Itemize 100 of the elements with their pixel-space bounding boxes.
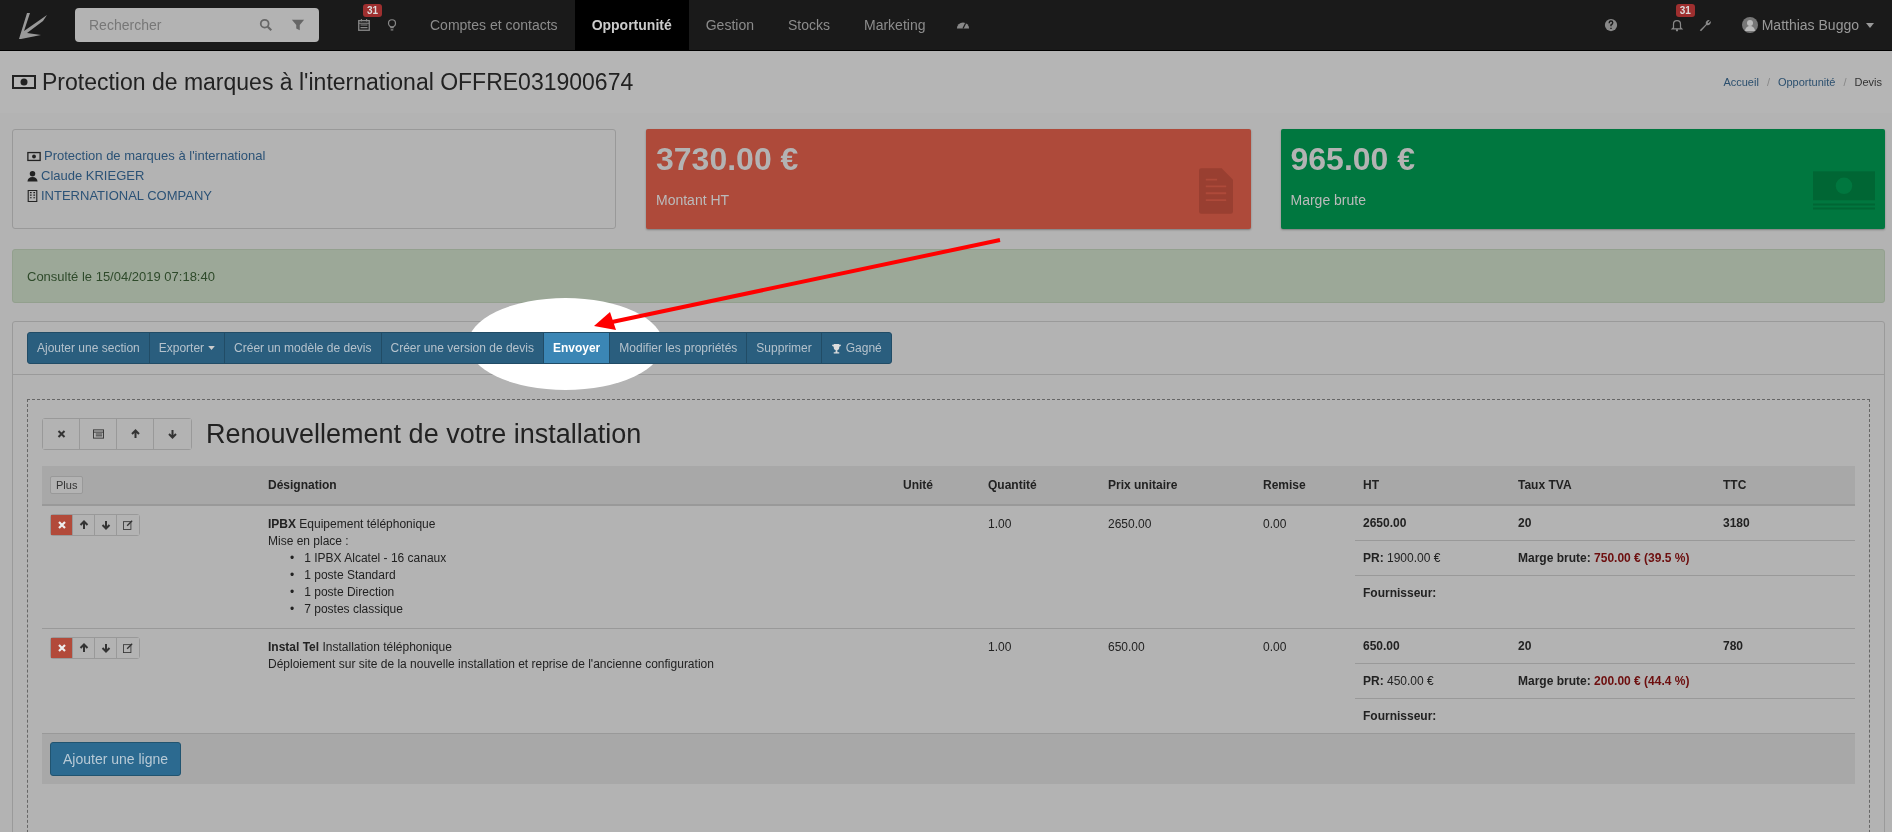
margin-value: 750.00 € (39.5 %) [1594, 551, 1690, 565]
alert-text: Consulté le 15/04/2019 07:18:40 [27, 268, 215, 284]
delete-button[interactable] [51, 638, 73, 658]
breadcrumb-separator: / [1843, 76, 1847, 88]
arrow-down-icon [100, 643, 111, 653]
margin-value: 200.00 € (44.4 %) [1594, 674, 1690, 688]
delete-button[interactable] [51, 515, 73, 535]
help-icon[interactable] [1603, 18, 1618, 32]
add-line-button[interactable]: Ajouter une ligne [50, 742, 182, 776]
delete-button[interactable] [43, 419, 80, 449]
info-link[interactable]: Protection de marques à l'international [44, 146, 266, 166]
avatar-icon [1741, 17, 1758, 33]
table-cell-text: 20 [1518, 516, 1533, 530]
notification-badge: 31 [363, 4, 383, 17]
nav-menu-item[interactable]: Opportunité [574, 0, 689, 50]
bullet-item: 1 poste Standard [304, 567, 396, 584]
item-designation: IPBX Equipement téléphonique [268, 516, 437, 533]
nav-menu-item[interactable]: Stocks [771, 0, 847, 50]
lightbulb-icon[interactable] [385, 18, 399, 32]
column-header: Remise [1263, 478, 1307, 492]
close-icon [55, 429, 67, 439]
toolbar-button[interactable]: Modifier les propriétés [610, 333, 748, 363]
stat-label: Marge brute [1290, 192, 1367, 208]
arrow-down-icon [100, 520, 111, 530]
bullet-item: 1 IPBX Alcatel - 16 canaux [304, 550, 447, 567]
breadcrumb-link[interactable]: Opportunité [1777, 76, 1836, 88]
user-icon [27, 170, 38, 182]
column-header: Prix unitaire [1108, 478, 1179, 492]
stat-value: 3730.00 € [656, 141, 799, 178]
item-description: Mise en place : [268, 533, 350, 550]
page-title: Protection de marques à l'international OFFRE031900674 [42, 68, 634, 96]
table-cell-text: 20 [1518, 639, 1533, 653]
breadcrumb-link[interactable]: Accueil [1723, 76, 1759, 88]
money-icon [27, 150, 41, 162]
margin-label: Marge brute: [1518, 551, 1591, 565]
table-cell: 650.00 [1108, 640, 1145, 654]
column-header: Taux TVA [1518, 478, 1573, 492]
cost-price: PR: 1900.00 € [1363, 551, 1442, 565]
info-link[interactable]: Claude KRIEGER [41, 166, 145, 186]
arrow-up-icon [78, 520, 89, 530]
table-cell: 0.00 [1263, 640, 1287, 654]
search-icon[interactable] [259, 18, 273, 32]
table-cell-text: 3180 [1723, 516, 1751, 530]
table-cell: 1.00 [988, 517, 1012, 531]
column-header: Désignation [268, 478, 338, 492]
table-cell-text: 780 [1723, 639, 1745, 653]
table-cell: 2650.00 [1108, 517, 1152, 531]
toolbar-button[interactable]: Créer une version de devis [381, 333, 544, 363]
bullet-mark: • [290, 584, 295, 601]
bullet-item: 1 poste Direction [304, 584, 395, 601]
cost-price: PR: 450.00 € [1363, 674, 1435, 688]
toolbar-button[interactable]: Créer un modèle de devis [225, 333, 382, 363]
item-description: Déploiement sur site de la nouvelle installation et reprise de l'ancienne configuration [268, 656, 715, 673]
table-cell: 1.00 [988, 640, 1012, 654]
info-link[interactable]: INTERNATIONAL COMPANY [41, 186, 212, 206]
bullet-item: 7 postes classique [304, 601, 403, 618]
breadcrumb-separator: / [1766, 76, 1770, 88]
plus-button[interactable]: Plus [50, 476, 84, 494]
building-icon [27, 190, 38, 202]
item-designation: Instal Tel Installation téléphonique [268, 639, 453, 656]
bullet-mark: • [290, 550, 295, 567]
column-header: TTC [1723, 478, 1748, 492]
wrench-icon[interactable] [1697, 18, 1712, 32]
nav-menu-item[interactable]: Marketing [847, 0, 943, 50]
edit-icon [123, 520, 133, 530]
caret-icon [208, 346, 216, 350]
trophy-icon [830, 342, 842, 354]
caret-icon [1866, 22, 1874, 28]
section-title: Renouvellement de votre installation [206, 418, 642, 450]
arrow-down-icon [167, 429, 178, 439]
toolbar-button[interactable]: Exporter [149, 333, 226, 363]
column-header: Unité [903, 478, 934, 492]
arrow-up-icon [78, 643, 89, 653]
filter-icon[interactable] [291, 18, 305, 32]
notification-badge: 31 [1675, 4, 1695, 17]
margin-label: Marge brute: [1518, 674, 1591, 688]
toolbar-button[interactable]: Supprimer [747, 333, 822, 363]
column-header: HT [1363, 478, 1380, 492]
bell-icon[interactable] [1669, 18, 1684, 32]
user-name: Matthias Buggo [1761, 17, 1859, 33]
toolbar-button[interactable]: Ajouter une section [28, 333, 150, 363]
edit-icon [123, 643, 133, 653]
table-cell-text: 650.00 [1363, 639, 1401, 653]
user-menu[interactable]: Matthias Buggo [1735, 16, 1880, 34]
bullet-mark: • [290, 567, 295, 584]
close-icon [56, 520, 67, 530]
calendar-icon[interactable] [357, 18, 371, 32]
money-icon [12, 74, 36, 90]
search-field[interactable]: Rechercher [75, 8, 319, 42]
nav-menu-item[interactable]: Comptes et contacts [413, 0, 575, 50]
arrow-up-icon [129, 429, 141, 439]
stat-value: 965.00 € [1290, 141, 1416, 178]
supplier-label: Fournisseur: [1363, 586, 1438, 600]
breadcrumb-link[interactable]: Devis [1854, 76, 1882, 88]
close-icon [56, 643, 67, 653]
bullet-mark: • [290, 601, 295, 618]
toolbar-button[interactable]: Envoyer [543, 333, 611, 363]
stat-label: Montant HT [656, 192, 731, 208]
toolbar-button[interactable]: Gagné [821, 333, 891, 363]
nav-menu-item[interactable]: Gestion [688, 0, 771, 50]
